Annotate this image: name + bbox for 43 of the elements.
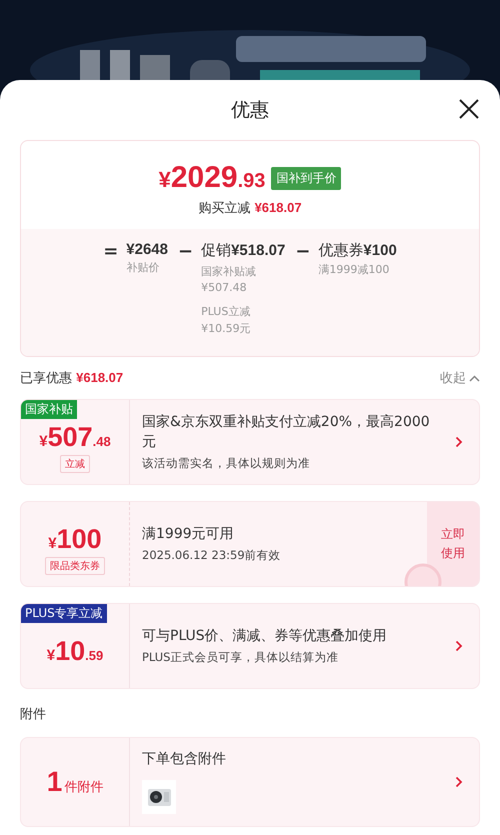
use-now-button[interactable]: 立即使用 [427, 502, 479, 586]
operator: − [295, 241, 310, 264]
offer-subtitle: 2025.06.12 23:59前有效 [142, 548, 282, 564]
chevron-icon [455, 436, 463, 448]
accessory-count: 1 件附件 [46, 766, 104, 798]
detail-amount: ¥10.59元 [201, 321, 252, 336]
price-badge: 国补到手价 [271, 166, 342, 190]
section-heading: 附件 [20, 706, 47, 723]
formula-caption: 补贴价 [126, 260, 160, 275]
enjoyed-discount: 已享优惠 ¥618.07 [20, 369, 124, 387]
formula-caption: 满1999减100 [318, 262, 390, 277]
offer-subtitle: PLUS正式会员可享，具体以结算为准 [142, 650, 340, 666]
formula-value: 促销¥518.07 [201, 241, 286, 260]
offer-subtitle: 该活动需实名，具体以规则为准 [142, 456, 311, 472]
close-button[interactable] [458, 98, 480, 120]
offer-card[interactable]: 国家补贴 ¥507.48 立减 国家&京东双重补贴支付立减20%，最高2000元 该活动需实名，具体以规则为准 [20, 399, 480, 485]
detail-label: PLUS立减 [201, 304, 252, 319]
collapse-toggle[interactable]: 收起 [440, 369, 480, 387]
accessory-card[interactable]: 1 件附件 下单包含附件 [20, 737, 480, 827]
offer-title: 国家&京东双重补贴支付立减20%，最高2000元 [142, 412, 431, 452]
offer-label: 限品类东券 [45, 556, 105, 574]
offer-tag: PLUS专享立减 [21, 604, 107, 623]
discount-amount: ¥100 [48, 524, 102, 554]
formula-value: 优惠券¥100 [318, 241, 397, 260]
offer-tag: 国家补贴 [21, 400, 77, 419]
detail-amount: ¥507.48 [201, 281, 248, 294]
chevron-icon [455, 640, 463, 652]
offer-title: 满1999元可用 [142, 524, 235, 544]
offer-card[interactable]: PLUS专享立减 ¥10.59 可与PLUS价、满减、券等优惠叠加使用 PLUS正式会员可享，具体以结算为准 [20, 603, 480, 689]
detail-label: 国家补贴减 [201, 264, 258, 279]
final-price: ¥2029.93 [158, 161, 266, 195]
offer-label: 立减 [60, 454, 90, 472]
discount-amount: ¥10.59 [46, 636, 104, 666]
operator: = [103, 241, 118, 264]
discount-amount: ¥507.48 [39, 422, 111, 452]
operator: − [178, 241, 194, 264]
saving-text: 购买立减 ¥618.07 [198, 199, 302, 217]
offer-card[interactable]: ¥100 限品类东券 满1999元可用 2025.06.12 23:59前有效 立即使用 [20, 501, 480, 587]
accessory-title: 下单包含附件 [142, 750, 227, 769]
formula-value: ¥2648 [126, 241, 168, 258]
chevron-icon [455, 776, 463, 788]
offer-title: 可与PLUS价、满减、券等优惠叠加使用 [142, 626, 388, 646]
sheet-title: 优惠 [231, 98, 269, 123]
